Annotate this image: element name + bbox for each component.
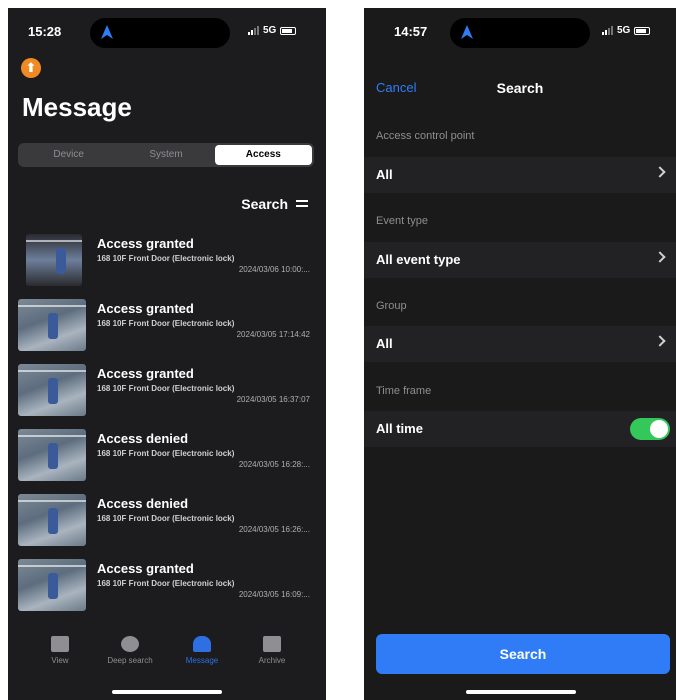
- battery-icon: [634, 26, 651, 35]
- search-screen: 14:57 5G Cancel Search Access control po…: [364, 8, 676, 700]
- category-segmented-control: Device System Access: [18, 143, 314, 167]
- message-timestamp: 2024/03/05 16:09:...: [238, 590, 310, 599]
- snapshot-thumbnail: [18, 364, 86, 416]
- message-location: 168 10F Front Door (Electronic lock): [97, 514, 235, 523]
- message-timestamp: 2024/03/06 10:00:...: [238, 265, 310, 274]
- tab-bar: View Deep search Message Archive: [8, 628, 326, 700]
- message-location: 168 10F Front Door (Electronic lock): [97, 384, 235, 393]
- snapshot-thumbnail: [18, 494, 86, 546]
- message-list: Access granted 168 10F Front Door (Electr…: [8, 234, 326, 624]
- message-screen: 15:28 5G ⬆ Message Device System Access Se…: [8, 8, 326, 700]
- navigation-arrow-icon: [461, 25, 473, 39]
- filter-icon: [296, 199, 308, 209]
- time-frame-row: All time: [364, 411, 676, 447]
- message-timestamp: 2024/03/05 16:28:...: [238, 460, 310, 469]
- event-type-label: Event type: [376, 215, 428, 227]
- snapshot-thumbnail: [18, 559, 86, 611]
- message-title: Access granted: [97, 236, 194, 251]
- list-item[interactable]: Access granted 168 10F Front Door (Electr…: [8, 364, 326, 429]
- snapshot-thumbnail: [26, 234, 82, 286]
- grid-icon: [51, 636, 69, 652]
- segment-device[interactable]: Device: [20, 145, 117, 165]
- message-title: Access granted: [97, 366, 194, 381]
- signal-icon: [602, 26, 613, 35]
- chevron-right-icon: [654, 166, 666, 178]
- tab-archive[interactable]: Archive: [242, 636, 302, 665]
- search-label: Search: [241, 196, 288, 212]
- status-bar: 14:57 5G: [364, 8, 676, 56]
- status-bar: 15:28 5G: [8, 8, 326, 56]
- navigation-arrow-icon: [101, 25, 113, 39]
- segment-system[interactable]: System: [117, 145, 214, 165]
- chevron-right-icon: [654, 335, 666, 347]
- nav-bar: Cancel Search: [364, 74, 676, 100]
- tab-message[interactable]: Message: [172, 636, 232, 665]
- home-indicator: [466, 690, 576, 694]
- group-label: Group: [376, 300, 407, 312]
- snapshot-thumbnail: [18, 299, 86, 351]
- list-item[interactable]: Access granted 168 10F Front Door (Electr…: [8, 559, 326, 624]
- all-time-toggle[interactable]: [630, 418, 670, 440]
- status-time: 14:57: [394, 24, 428, 39]
- message-timestamp: 2024/03/05 16:26:...: [238, 525, 310, 534]
- message-location: 168 10F Front Door (Electronic lock): [97, 579, 235, 588]
- network-label: 5G: [617, 25, 631, 36]
- app-badge-icon[interactable]: ⬆: [21, 58, 41, 78]
- message-title: Access granted: [97, 561, 194, 576]
- network-label: 5G: [263, 25, 277, 36]
- page-title: Message: [22, 92, 132, 122]
- search-submit-button[interactable]: Search: [376, 634, 670, 674]
- message-title: Access denied: [97, 431, 189, 446]
- message-title: Access denied: [97, 496, 189, 511]
- segment-access[interactable]: Access: [214, 145, 312, 165]
- message-timestamp: 2024/03/05 17:14:42: [236, 330, 310, 339]
- message-timestamp: 2024/03/05 16:37:07: [236, 395, 310, 404]
- signal-icon: [248, 26, 259, 35]
- time-frame-label: Time frame: [376, 385, 432, 397]
- message-location: 168 10F Front Door (Electronic lock): [97, 254, 235, 263]
- bell-icon: [193, 636, 211, 652]
- message-location: 168 10F Front Door (Electronic lock): [97, 449, 235, 458]
- deep-search-icon: [121, 636, 139, 652]
- home-indicator: [112, 690, 222, 694]
- nav-title: Search: [496, 80, 544, 96]
- dynamic-island: [90, 18, 230, 48]
- search-button[interactable]: Search: [241, 196, 308, 212]
- event-type-row[interactable]: All event type: [364, 242, 676, 278]
- dynamic-island: [450, 18, 590, 48]
- access-control-point-label: Access control point: [376, 130, 475, 142]
- list-item[interactable]: Access granted 168 10F Front Door (Electr…: [8, 234, 326, 299]
- archive-icon: [263, 636, 281, 652]
- access-control-point-row[interactable]: All: [364, 157, 676, 193]
- battery-icon: [280, 26, 297, 35]
- list-item[interactable]: Access denied 168 10F Front Door (Electro…: [8, 429, 326, 494]
- snapshot-thumbnail: [18, 429, 86, 481]
- message-title: Access granted: [97, 301, 194, 316]
- list-item[interactable]: Access granted 168 10F Front Door (Electr…: [8, 299, 326, 364]
- group-row[interactable]: All: [364, 326, 676, 362]
- tab-deep-search[interactable]: Deep search: [100, 636, 160, 665]
- list-item[interactable]: Access denied 168 10F Front Door (Electro…: [8, 494, 326, 559]
- status-time: 15:28: [28, 24, 62, 39]
- chevron-right-icon: [654, 251, 666, 263]
- message-location: 168 10F Front Door (Electronic lock): [97, 319, 235, 328]
- tab-view[interactable]: View: [30, 636, 90, 665]
